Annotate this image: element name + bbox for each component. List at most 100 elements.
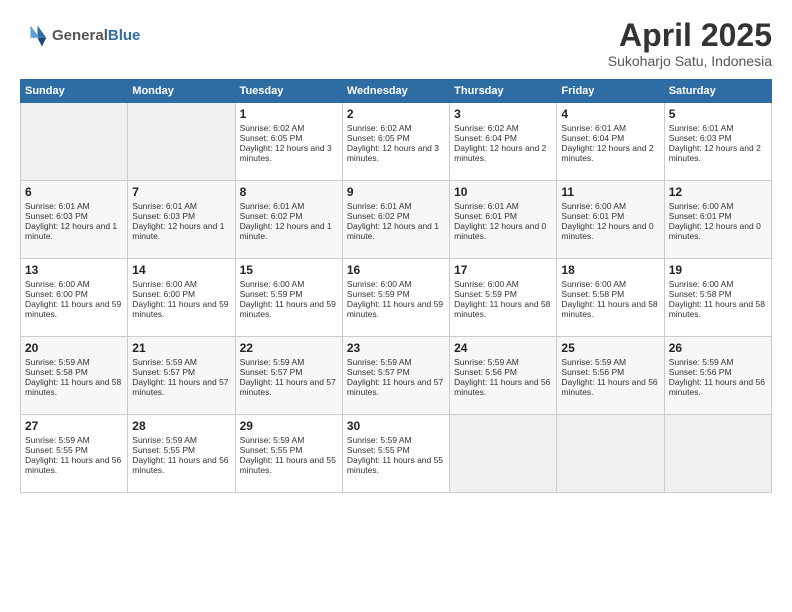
calendar-cell xyxy=(664,415,771,493)
sunset: Sunset: 6:04 PM xyxy=(561,133,624,143)
day-number: 15 xyxy=(240,263,338,277)
sunset: Sunset: 5:55 PM xyxy=(25,445,88,455)
weekday-header: Friday xyxy=(557,80,664,103)
weekday-header: Sunday xyxy=(21,80,128,103)
title-block: April 2025 Sukoharjo Satu, Indonesia xyxy=(608,18,772,69)
month-title: April 2025 xyxy=(608,18,772,53)
sunset: Sunset: 6:03 PM xyxy=(25,211,88,221)
sunrise: Sunrise: 5:59 AM xyxy=(132,357,197,367)
location-subtitle: Sukoharjo Satu, Indonesia xyxy=(608,53,772,69)
day-number: 14 xyxy=(132,263,230,277)
daylight: Daylight: 12 hours and 1 minute. xyxy=(132,221,224,241)
sunrise: Sunrise: 6:00 AM xyxy=(25,279,90,289)
daylight: Daylight: 11 hours and 59 minutes. xyxy=(25,299,121,319)
daylight: Daylight: 12 hours and 1 minute. xyxy=(347,221,439,241)
weekday-header: Monday xyxy=(128,80,235,103)
daylight: Daylight: 11 hours and 58 minutes. xyxy=(25,377,121,397)
day-number: 21 xyxy=(132,341,230,355)
daylight: Daylight: 11 hours and 58 minutes. xyxy=(454,299,550,319)
day-number: 8 xyxy=(240,185,338,199)
sunset: Sunset: 6:02 PM xyxy=(347,211,410,221)
sunrise: Sunrise: 6:00 AM xyxy=(454,279,519,289)
day-number: 22 xyxy=(240,341,338,355)
calendar-cell: 23Sunrise: 5:59 AMSunset: 5:57 PMDayligh… xyxy=(342,337,449,415)
calendar-cell: 17Sunrise: 6:00 AMSunset: 5:59 PMDayligh… xyxy=(450,259,557,337)
day-number: 16 xyxy=(347,263,445,277)
day-number: 9 xyxy=(347,185,445,199)
calendar-cell xyxy=(557,415,664,493)
daylight: Daylight: 11 hours and 56 minutes. xyxy=(454,377,550,397)
calendar-cell: 22Sunrise: 5:59 AMSunset: 5:57 PMDayligh… xyxy=(235,337,342,415)
sunrise: Sunrise: 6:00 AM xyxy=(669,279,734,289)
sunrise: Sunrise: 6:02 AM xyxy=(240,123,305,133)
calendar-cell: 24 Sunrise: 5:59 AMSunset: 5:56 PMDayligh… xyxy=(450,337,557,415)
sunrise: Sunrise: 6:00 AM xyxy=(669,201,734,211)
calendar-cell: 16Sunrise: 6:00 AMSunset: 5:59 PMDayligh… xyxy=(342,259,449,337)
day-number: 5 xyxy=(669,107,767,121)
sunrise: Sunrise: 6:00 AM xyxy=(132,279,197,289)
calendar-cell: 2Sunrise: 6:02 AMSunset: 6:05 PMDaylight… xyxy=(342,103,449,181)
sunset: Sunset: 6:02 PM xyxy=(240,211,303,221)
daylight: Daylight: 12 hours and 3 minutes. xyxy=(240,143,332,163)
day-number: 11 xyxy=(561,185,659,199)
sunset: Sunset: 5:56 PM xyxy=(454,367,517,377)
daylight: Daylight: 11 hours and 56 minutes. xyxy=(669,377,765,397)
sunrise: Sunrise: 5:59 AM xyxy=(240,435,305,445)
sunset: Sunset: 5:57 PM xyxy=(347,367,410,377)
calendar-week-row: 13Sunrise: 6:00 AMSunset: 6:00 PMDayligh… xyxy=(21,259,772,337)
sunrise: Sunrise: 6:01 AM xyxy=(669,123,734,133)
calendar-cell: 15Sunrise: 6:00 AMSunset: 5:59 PMDayligh… xyxy=(235,259,342,337)
daylight: Daylight: 11 hours and 58 minutes. xyxy=(561,299,657,319)
sunrise: Sunrise: 6:00 AM xyxy=(561,201,626,211)
calendar-cell: 18Sunrise: 6:00 AMSunset: 5:58 PMDayligh… xyxy=(557,259,664,337)
calendar-cell: 12Sunrise: 6:00 AMSunset: 6:01 PMDayligh… xyxy=(664,181,771,259)
calendar-cell: 6Sunrise: 6:01 AMSunset: 6:03 PMDaylight… xyxy=(21,181,128,259)
day-number: 19 xyxy=(669,263,767,277)
calendar-cell xyxy=(128,103,235,181)
sunrise: Sunrise: 5:59 AM xyxy=(25,435,90,445)
calendar-cell: 26Sunrise: 5:59 AMSunset: 5:56 PMDayligh… xyxy=(664,337,771,415)
day-number: 26 xyxy=(669,341,767,355)
sunrise: Sunrise: 6:01 AM xyxy=(132,201,197,211)
sunset: Sunset: 6:03 PM xyxy=(669,133,732,143)
calendar-cell: 19Sunrise: 6:00 AMSunset: 5:58 PMDayligh… xyxy=(664,259,771,337)
sunset: Sunset: 5:58 PM xyxy=(25,367,88,377)
calendar-cell: 29Sunrise: 5:59 AMSunset: 5:55 PMDayligh… xyxy=(235,415,342,493)
weekday-header-row: SundayMondayTuesdayWednesdayThursdayFrid… xyxy=(21,80,772,103)
day-number: 13 xyxy=(25,263,123,277)
day-number: 30 xyxy=(347,419,445,433)
day-number: 12 xyxy=(669,185,767,199)
sunrise: Sunrise: 5:59 AM xyxy=(454,357,519,367)
calendar-cell xyxy=(21,103,128,181)
day-number: 2 xyxy=(347,107,445,121)
weekday-header: Thursday xyxy=(450,80,557,103)
day-number: 24 xyxy=(454,341,552,355)
sunrise: Sunrise: 5:59 AM xyxy=(132,435,197,445)
sunrise: Sunrise: 5:59 AM xyxy=(347,435,412,445)
calendar-cell: 5Sunrise: 6:01 AMSunset: 6:03 PMDaylight… xyxy=(664,103,771,181)
daylight: Daylight: 12 hours and 2 minutes. xyxy=(454,143,546,163)
sunset: Sunset: 6:05 PM xyxy=(347,133,410,143)
day-number: 1 xyxy=(240,107,338,121)
sunrise: Sunrise: 6:01 AM xyxy=(347,201,412,211)
sunset: Sunset: 6:01 PM xyxy=(669,211,732,221)
calendar-cell xyxy=(450,415,557,493)
weekday-header: Tuesday xyxy=(235,80,342,103)
sunrise: Sunrise: 6:02 AM xyxy=(347,123,412,133)
calendar-cell: 14Sunrise: 6:00 AMSunset: 6:00 PMDayligh… xyxy=(128,259,235,337)
day-number: 7 xyxy=(132,185,230,199)
day-number: 17 xyxy=(454,263,552,277)
daylight: Daylight: 11 hours and 57 minutes. xyxy=(240,377,336,397)
calendar-cell: 8Sunrise: 6:01 AMSunset: 6:02 PMDaylight… xyxy=(235,181,342,259)
calendar-cell: 20Sunrise: 5:59 AMSunset: 5:58 PMDayligh… xyxy=(21,337,128,415)
sunrise: Sunrise: 6:00 AM xyxy=(561,279,626,289)
sunrise: Sunrise: 5:59 AM xyxy=(669,357,734,367)
sunrise: Sunrise: 5:59 AM xyxy=(347,357,412,367)
calendar-cell: 7Sunrise: 6:01 AMSunset: 6:03 PMDaylight… xyxy=(128,181,235,259)
day-number: 25 xyxy=(561,341,659,355)
daylight: Daylight: 11 hours and 59 minutes. xyxy=(240,299,336,319)
sunrise: Sunrise: 6:00 AM xyxy=(347,279,412,289)
calendar-cell: 30Sunrise: 5:59 AMSunset: 5:55 PMDayligh… xyxy=(342,415,449,493)
daylight: Daylight: 12 hours and 1 minute. xyxy=(240,221,332,241)
calendar-cell: 1Sunrise: 6:02 AMSunset: 6:05 PMDaylight… xyxy=(235,103,342,181)
